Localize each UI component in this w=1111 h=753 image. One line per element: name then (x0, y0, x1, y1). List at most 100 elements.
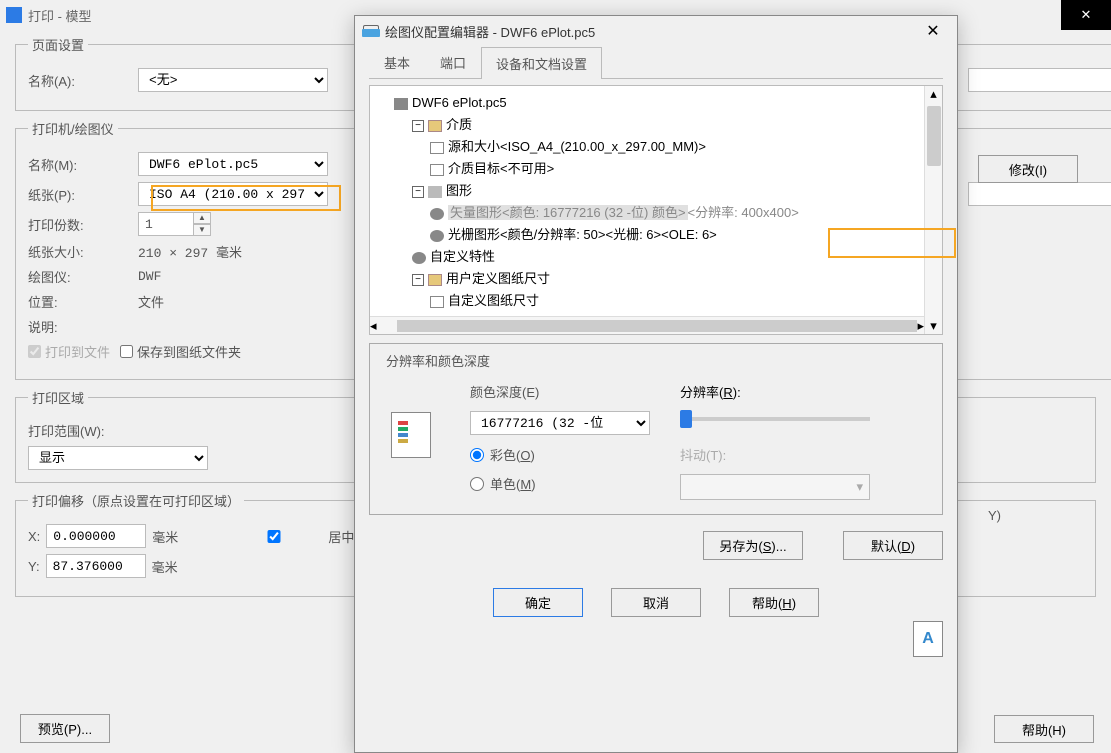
resolution-label: 分辨率(R): (680, 382, 870, 401)
collapse-icon[interactable]: − (412, 120, 424, 132)
color-depth-label: 颜色深度(E) (470, 382, 650, 401)
offset-y-input[interactable] (46, 554, 146, 578)
page-name-label: 名称(A): (28, 71, 138, 90)
paper-a-icon: A (913, 621, 943, 657)
color-depth-select[interactable]: 16777216 (32 -位 (470, 411, 650, 435)
close-icon[interactable]: ✕ (917, 18, 949, 44)
location-value: 文件 (138, 292, 164, 311)
tab-device[interactable]: 设备和文档设置 (481, 47, 602, 79)
plotter-label: 绘图仪: (28, 267, 138, 286)
collapse-icon[interactable]: − (412, 274, 424, 286)
offset-y-unit: 毫米 (152, 557, 178, 576)
plotter-value: DWF (138, 269, 161, 284)
app-logo-icon (6, 7, 22, 23)
gear-icon (430, 230, 444, 242)
help-button-main[interactable]: 帮助(H) (994, 715, 1094, 743)
tree-vector-b[interactable]: <分辨率: 400x400> (688, 205, 799, 220)
print-to-file-checkbox[interactable]: 打印到文件 (28, 342, 110, 361)
scroll-down-icon[interactable]: ▾ (930, 318, 937, 334)
hscroll-thumb[interactable] (397, 320, 917, 332)
desc-label: 说明: (28, 317, 138, 336)
page-name-select[interactable]: <无> (138, 68, 328, 92)
printer-name-select[interactable]: DWF6 ePlot.pc5 (138, 152, 328, 176)
spin-down-icon[interactable]: ▼ (193, 224, 211, 236)
doc-icon (430, 296, 444, 308)
doc-icon (430, 142, 444, 154)
slider-thumb[interactable] (680, 410, 692, 428)
page-setup-legend: 页面设置 (28, 35, 88, 54)
collapse-icon[interactable]: − (412, 186, 424, 198)
save-to-sheet-checkbox[interactable]: 保存到图纸文件夹 (120, 342, 241, 361)
copies-label: 打印份数: (28, 215, 138, 234)
dither-select: ▾ (680, 474, 870, 500)
tree-userpaper[interactable]: 用户定义图纸尺寸 (446, 271, 550, 286)
editor-tabs: 基本 端口 设备和文档设置 (369, 46, 943, 79)
tree-custom[interactable]: 自定义特性 (430, 249, 495, 264)
offset-x-unit: 毫米 (152, 527, 178, 546)
offset-x-input[interactable] (46, 524, 146, 548)
doc-icon (430, 164, 444, 176)
scroll-thumb[interactable] (927, 106, 941, 166)
tab-basic[interactable]: 基本 (369, 46, 425, 78)
printer-icon (363, 25, 379, 37)
tab-port[interactable]: 端口 (425, 46, 481, 78)
editor-titlebar: 绘图仪配置编辑器 - DWF6 ePlot.pc5 ✕ (355, 16, 957, 46)
editor-title: 绘图仪配置编辑器 - DWF6 ePlot.pc5 (385, 22, 595, 41)
media-icon (428, 120, 442, 132)
y-paren-label: Y) (988, 508, 1001, 523)
graphics-icon (428, 186, 442, 198)
group-title: 分辨率和颜色深度 (382, 351, 494, 370)
size-value: 210 × 297 毫米 (138, 242, 242, 261)
modify-button[interactable]: 修改(I) (978, 155, 1078, 183)
print-area-legend: 打印区域 (28, 388, 88, 407)
tree-raster[interactable]: 光栅图形<颜色/分辨率: 50><光栅: 6><OLE: 6> (448, 227, 717, 242)
gear-icon (412, 252, 426, 264)
help-button[interactable]: 帮助(H) (729, 588, 819, 617)
preview-button[interactable]: 预览(P)... (20, 714, 110, 743)
resolution-slider[interactable] (680, 417, 870, 421)
print-title: 打印 - 模型 (28, 6, 92, 25)
tree-root[interactable]: DWF6 ePlot.pc5 (412, 95, 507, 110)
paper-select[interactable]: ISO A4 (210.00 x 297. (138, 182, 328, 206)
tree-graphics[interactable]: 图形 (446, 183, 472, 198)
range-label: 打印范围(W): (28, 421, 105, 440)
location-label: 位置: (28, 292, 138, 311)
tree-source[interactable]: 源和大小<ISO_A4_(210.00_x_297.00_MM)> (448, 139, 706, 154)
page-icon (428, 274, 442, 286)
horizontal-scrollbar[interactable]: ◂ ▸ (370, 316, 924, 334)
spin-up-icon[interactable]: ▲ (193, 212, 211, 224)
scroll-left-icon[interactable]: ◂ (370, 318, 377, 334)
offset-y-label: Y: (28, 559, 40, 574)
paper-extra-select[interactable] (968, 182, 1111, 206)
cancel-button[interactable]: 取消 (611, 588, 701, 617)
paper-label: 纸张(P): (28, 185, 138, 204)
tree-media[interactable]: 介质 (446, 117, 472, 132)
saveas-button[interactable]: 另存为(S)... (703, 531, 803, 560)
tree-target[interactable]: 介质目标<不可用> (448, 161, 554, 176)
tree-custompaper[interactable]: 自定义图纸尺寸 (448, 293, 539, 308)
color-preview-icon (391, 412, 431, 458)
resolution-group: 分辨率和颜色深度 颜色深度(E) 16777216 (32 -位 彩色(O) 单… (369, 343, 943, 515)
radio-mono[interactable]: 单色(M) (470, 474, 650, 493)
offset-x-label: X: (28, 529, 40, 544)
close-icon[interactable]: ✕ (1061, 0, 1111, 30)
offset-legend: 打印偏移（原点设置在可打印区域） (28, 491, 244, 510)
page-name-extra-select[interactable] (968, 68, 1111, 92)
tree-view[interactable]: DWF6 ePlot.pc5 − 介质 源和大小<ISO_A4_(210.00_x… (369, 85, 943, 335)
ok-button[interactable]: 确定 (493, 588, 583, 617)
default-button[interactable]: 默认(D) (843, 531, 943, 560)
printer-legend: 打印机/绘图仪 (28, 119, 118, 138)
tree-vector-a[interactable]: 矢量图形<颜色: 16777216 (32 -位) 颜色> (448, 205, 688, 220)
range-select[interactable]: 显示 (28, 446, 208, 470)
printer-tree-icon (394, 98, 408, 110)
gear-icon (430, 208, 444, 220)
radio-color[interactable]: 彩色(O) (470, 445, 650, 464)
plotter-config-editor-dialog: 绘图仪配置编辑器 - DWF6 ePlot.pc5 ✕ 基本 端口 设备和文档设… (354, 15, 958, 753)
dither-label: 抖动(T): (680, 445, 870, 464)
vertical-scrollbar[interactable]: ▴ ▾ (924, 86, 942, 334)
printer-name-label: 名称(M): (28, 155, 138, 174)
copies-input[interactable] (138, 212, 194, 236)
size-label: 纸张大小: (28, 242, 138, 261)
scroll-right-icon[interactable]: ▸ (917, 318, 924, 334)
scroll-up-icon[interactable]: ▴ (930, 86, 937, 102)
